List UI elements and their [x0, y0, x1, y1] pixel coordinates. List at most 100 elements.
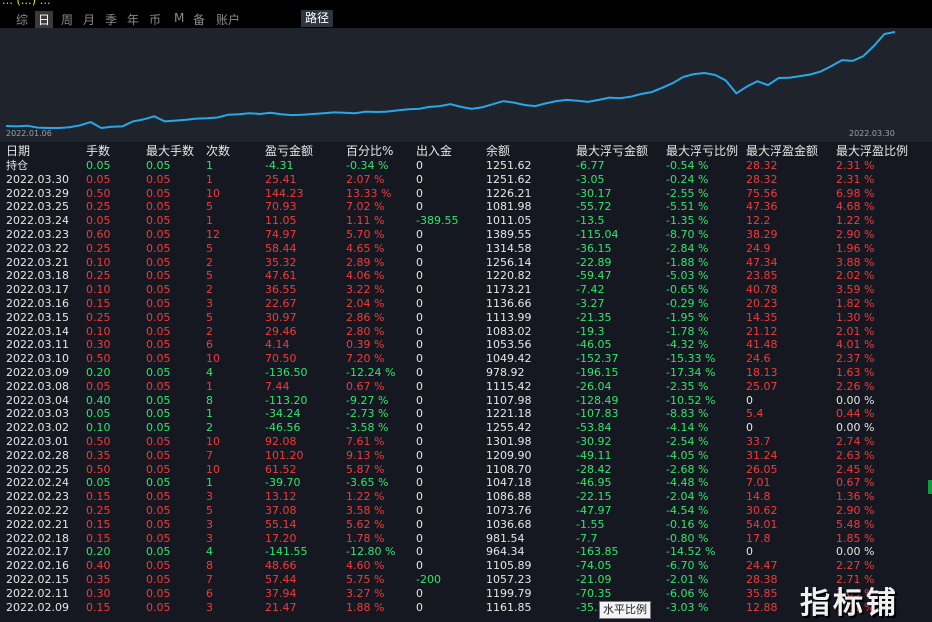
cell-max-gain: 20.23 [746, 296, 778, 310]
cell-count: 3 [206, 531, 213, 545]
path-button[interactable]: 路径 [301, 10, 334, 27]
cell-pct: 2.89 % [346, 255, 385, 269]
table-row[interactable]: 2022.02.22 0.25 0.05 5 37.08 3.58 % 0 1073.76 -4… [0, 504, 932, 518]
cell-max-loss-pct: -5.51 % [666, 200, 709, 214]
cell-max-loss: -46.95 [576, 476, 612, 490]
cell-pct: -0.34 % [346, 159, 389, 172]
table-row[interactable]: 2022.02.21 0.15 0.05 3 55.14 5.62 % 0 1036.68 -1… [0, 518, 932, 532]
col-header-balance[interactable]: 余额 [486, 144, 510, 159]
cell-max-loss: -59.47 [576, 269, 612, 283]
watermark-logo: 指标铺 [800, 586, 899, 621]
cell-max-lots: 0.05 [146, 586, 171, 600]
col-header-lots[interactable]: 手数 [86, 144, 110, 159]
table-row[interactable]: 2022.03.15 0.25 0.05 5 30.97 2.86 % 0 1113.99 -2… [0, 311, 932, 325]
col-header-date[interactable]: 日期 [6, 144, 30, 159]
cell-date: 2022.02.18 [6, 531, 69, 545]
period-tab-currency[interactable]: 币 [149, 11, 161, 28]
table-row[interactable]: 2022.03.29 0.50 0.05 10 144.23 13.33 % 0 1226.2… [0, 187, 932, 201]
table-row[interactable]: 2022.03.01 0.50 0.05 10 92.08 7.61 % 0 1301.98 -… [0, 435, 932, 449]
col-header-max-loss-pct[interactable]: 最大浮亏比例 [666, 144, 738, 159]
table-row[interactable]: 2022.02.15 0.35 0.05 7 57.44 5.75 % -200 1057.2… [0, 573, 932, 587]
table-row[interactable]: 2022.03.09 0.20 0.05 4 -136.50 -12.24 % 0 978.9… [0, 366, 932, 380]
cell-balance: 1057.23 [486, 572, 532, 586]
col-header-flow[interactable]: 出入金 [416, 144, 452, 159]
cell-lots: 0.20 [86, 545, 111, 559]
cell-max-lots: 0.05 [146, 310, 171, 324]
period-tab-summary[interactable]: 综 [16, 11, 28, 28]
cell-balance: 1105.89 [486, 559, 532, 573]
cell-lots: 0.50 [86, 352, 111, 366]
table-row[interactable]: 2022.03.22 0.25 0.05 5 58.44 4.65 % 0 1314.58 -3… [0, 242, 932, 256]
cell-count: 5 [206, 269, 213, 283]
cell-flow: 0 [416, 559, 423, 573]
cell-max-loss: -3.27 [576, 296, 605, 310]
cell-pnl: 92.08 [265, 434, 297, 448]
cell-max-loss-pct: -4.54 % [666, 503, 709, 517]
cell-lots: 0.25 [86, 200, 111, 214]
period-tab-week[interactable]: 周 [61, 11, 73, 28]
cell-balance: 1255.42 [486, 421, 532, 435]
cell-pct: 5.87 % [346, 462, 385, 476]
table-row[interactable]: 2022.02.16 0.40 0.05 8 48.66 4.60 % 0 1105.89 -7… [0, 559, 932, 573]
table-row[interactable]: 2022.03.03 0.05 0.05 1 -34.24 -2.73 % 0 1221.18… [0, 407, 932, 421]
table-row[interactable]: 2022.02.09 0.15 0.05 3 21.47 1.88 % 0 1161.85 -3… [0, 601, 932, 615]
period-tab-month[interactable]: 月 [83, 11, 95, 28]
table-row[interactable]: 2022.03.25 0.25 0.05 5 70.93 7.02 % 0 1081.98 -5… [0, 200, 932, 214]
col-header-count[interactable]: 次数 [206, 144, 230, 159]
table-row[interactable]: 2022.03.14 0.10 0.05 2 29.46 2.80 % 0 1083.02 -1… [0, 325, 932, 339]
cell-flow: 0 [416, 324, 423, 338]
table-row[interactable]: 2022.03.23 0.60 0.05 12 74.97 5.70 % 0 1389.55 -… [0, 228, 932, 242]
table-row[interactable]: 2022.03.02 0.10 0.05 2 -46.56 -3.58 % 0 1255.42… [0, 421, 932, 435]
cell-max-gain: 23.85 [746, 269, 778, 283]
col-header-max-lots[interactable]: 最大手数 [146, 144, 194, 159]
col-header-pnl[interactable]: 盈亏金额 [265, 144, 313, 159]
cell-date: 2022.02.25 [6, 462, 69, 476]
period-tab-backup[interactable]: 备 [193, 11, 205, 28]
table-row[interactable]: 2022.03.17 0.10 0.05 2 36.55 3.22 % 0 1173.21 -7… [0, 283, 932, 297]
table-row[interactable]: 2022.03.16 0.15 0.05 3 22.67 2.04 % 0 1136.66 -3… [0, 297, 932, 311]
cell-lots: 0.05 [86, 407, 111, 421]
table-row[interactable]: 2022.03.11 0.30 0.05 6 4.14 0.39 % 0 1053.56 -46… [0, 338, 932, 352]
table-row[interactable]: 2022.02.25 0.50 0.05 10 61.52 5.87 % 0 1108.70 -… [0, 463, 932, 477]
table-row[interactable]: 2022.03.30 0.05 0.05 1 25.41 2.07 % 0 1251.62 -3… [0, 173, 932, 187]
table-row[interactable]: 2022.02.18 0.15 0.05 3 17.20 1.78 % 0 981.54 -7.… [0, 532, 932, 546]
position-row[interactable]: 持仓 0.05 0.05 1 -4.31 -0.34 % 0 1251.62 -6.77 -0.5… [0, 159, 932, 173]
table-row[interactable]: 2022.03.08 0.05 0.05 1 7.44 0.67 % 0 1115.42 -26… [0, 380, 932, 394]
table-row[interactable]: 2022.02.17 0.20 0.05 4 -141.55 -12.80 % 0 964.3… [0, 545, 932, 559]
cell-max-lots: 0.05 [146, 600, 171, 614]
cell-max-gain: 41.48 [746, 338, 778, 352]
cell-count: 1 [206, 379, 213, 393]
col-header-max-loss[interactable]: 最大浮亏金额 [576, 144, 648, 159]
cell-count: 10 [206, 352, 220, 366]
cell-max-gain-pct: 5.48 % [836, 517, 875, 531]
col-header-max-gain[interactable]: 最大浮盈金额 [746, 144, 818, 159]
period-tab-year[interactable]: 年 [127, 11, 139, 28]
cell-count: 1 [206, 214, 213, 228]
cell-pct: 4.06 % [346, 269, 385, 283]
table-row[interactable]: 2022.02.24 0.05 0.05 1 -39.70 -3.65 % 0 1047.18… [0, 476, 932, 490]
cell-pnl: -34.24 [265, 407, 301, 421]
cell-max-loss: -70.35 [576, 586, 612, 600]
col-header-pct[interactable]: 百分比% [346, 144, 393, 159]
period-tab-day[interactable]: 日 [35, 11, 54, 28]
table-row[interactable]: 2022.03.21 0.10 0.05 2 35.32 2.89 % 0 1256.14 -2… [0, 256, 932, 270]
table-row[interactable]: 2022.02.28 0.35 0.05 7 101.20 9.13 % 0 1209.90 -… [0, 449, 932, 463]
cell-max-lots: 0.05 [146, 448, 171, 462]
table-row[interactable]: 2022.02.23 0.15 0.05 3 13.12 1.22 % 0 1086.88 -2… [0, 490, 932, 504]
col-header-max-gain-pct[interactable]: 最大浮盈比例 [836, 144, 908, 159]
table-row[interactable]: 2022.03.24 0.05 0.05 1 11.05 1.11 % -389.55 101… [0, 214, 932, 228]
cell-lots: 0.35 [86, 572, 111, 586]
cell-max-gain: 0 [746, 545, 753, 559]
period-tab-account[interactable]: 账户 [216, 11, 240, 28]
table-row[interactable]: 2022.03.10 0.50 0.05 10 70.50 7.20 % 0 1049.42 -… [0, 352, 932, 366]
cell-max-loss: -36.15 [576, 241, 612, 255]
cell-max-loss-pct: -8.70 % [666, 227, 709, 241]
cell-flow: 0 [416, 531, 423, 545]
cell-max-loss: -13.5 [576, 214, 605, 228]
table-row[interactable]: 2022.03.04 0.40 0.05 8 -113.20 -9.27 % 0 1107.9… [0, 394, 932, 408]
table-row[interactable]: 2022.03.18 0.25 0.05 5 47.61 4.06 % 0 1220.82 -5… [0, 269, 932, 283]
cell-pct: 2.80 % [346, 324, 385, 338]
period-tab-quarter[interactable]: 季 [105, 11, 117, 28]
table-row[interactable]: 2022.02.11 0.30 0.05 6 37.94 3.27 % 0 1199.79 -7… [0, 587, 932, 601]
period-tab-m[interactable]: M [174, 11, 184, 25]
